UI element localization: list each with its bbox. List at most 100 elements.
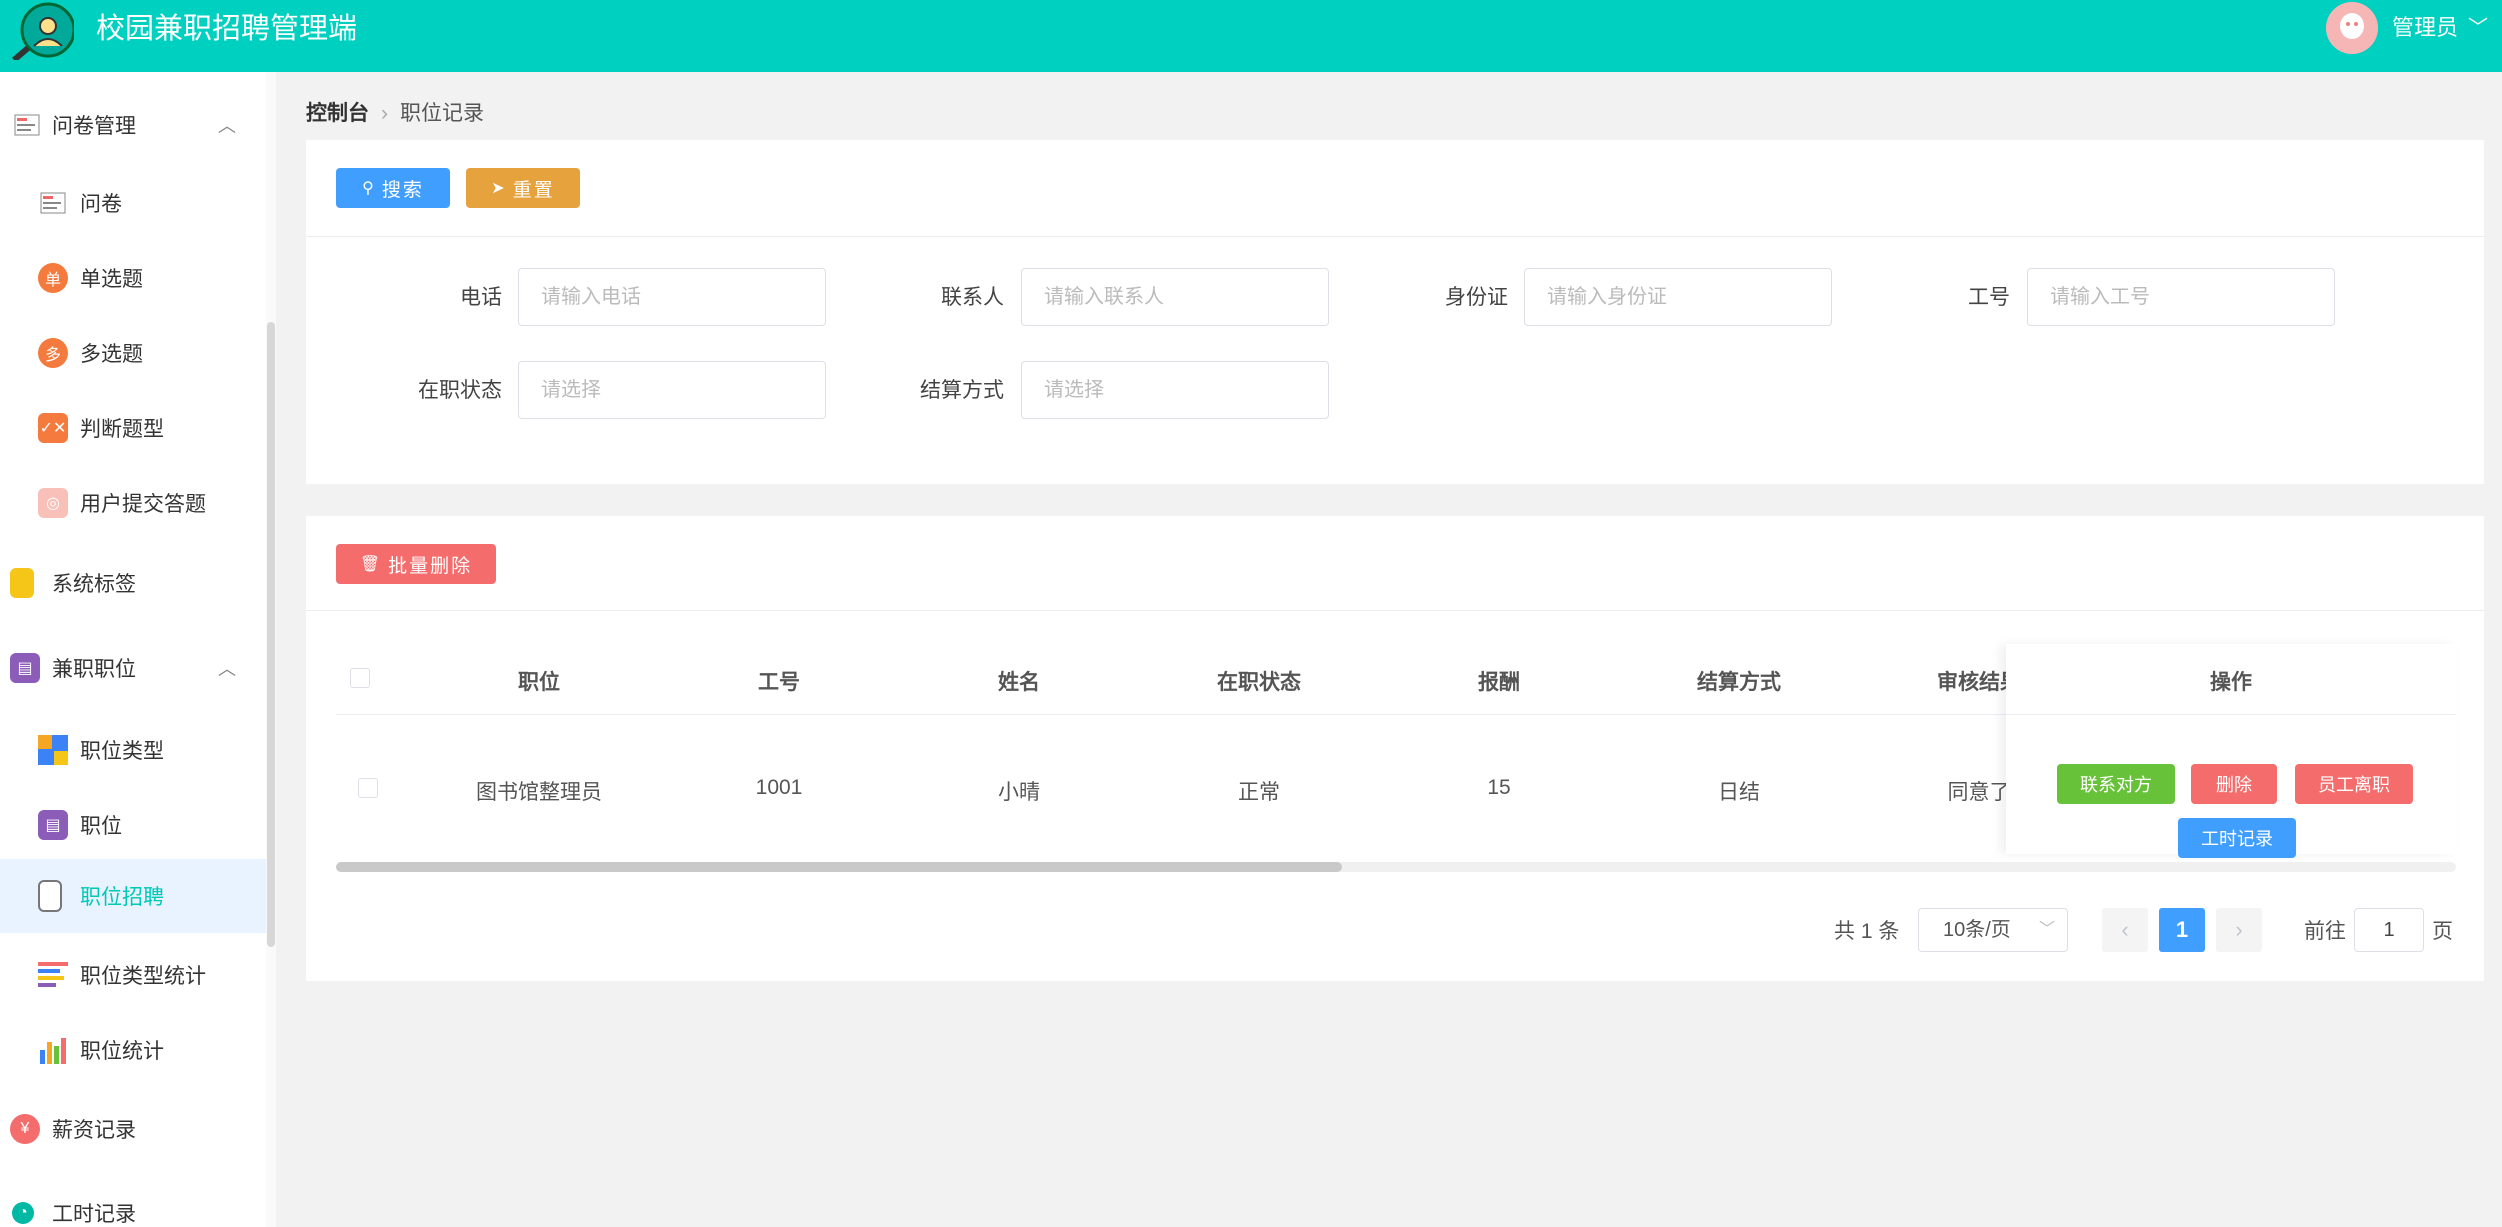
- settlement-select[interactable]: [1021, 361, 1329, 419]
- job-type-icon: [38, 735, 68, 765]
- trash-icon: 🗑: [359, 556, 383, 573]
- sidebar-item-job[interactable]: ▤ 职位: [0, 788, 266, 862]
- sidebar-item-label: 薪资记录: [52, 1119, 136, 1142]
- tag-icon: [10, 568, 34, 598]
- sidebar-item-user-answers[interactable]: ◎ 用户提交答题: [0, 466, 266, 540]
- row-checkbox[interactable]: [358, 778, 378, 798]
- emp-no-input[interactable]: [2027, 268, 2335, 326]
- sidebar-item-survey-management[interactable]: 问卷管理 ︿: [0, 88, 266, 162]
- sidebar-item-job-type-stats[interactable]: 职位类型统计: [0, 938, 266, 1012]
- survey-icon: [12, 110, 42, 140]
- id-card-input[interactable]: [1524, 268, 1832, 326]
- sidebar-scrollbar-thumb[interactable]: [267, 322, 275, 947]
- divider: [306, 236, 2484, 237]
- table-horizontal-scrollbar[interactable]: [336, 862, 2456, 872]
- chevron-up-icon: ︿: [218, 659, 236, 679]
- goto-label: 前往: [2304, 920, 2346, 943]
- sidebar-item-multi-choice[interactable]: 多 多选题: [0, 316, 266, 390]
- user-answer-icon: ◎: [38, 488, 68, 518]
- sidebar-item-hour-records[interactable]: ◔ 工时记录: [0, 1176, 266, 1227]
- sidebar-item-part-time-jobs[interactable]: ▤ 兼职职位 ︿: [0, 631, 266, 705]
- clock-icon: ◔: [12, 1202, 34, 1224]
- sidebar-item-label: 职位: [80, 815, 122, 838]
- id-card-label: 身份证: [1445, 286, 1508, 309]
- sidebar-item-salary-records[interactable]: ¥ 薪资记录: [0, 1092, 266, 1166]
- page-suffix-label: 页: [2432, 920, 2453, 943]
- sidebar-item-true-false[interactable]: ✓✕ 判断题型: [0, 391, 266, 465]
- column-header-settlement: 结算方式: [1697, 671, 1781, 694]
- contact-button[interactable]: 联系对方: [2057, 764, 2175, 804]
- chevron-down-icon[interactable]: ﹀: [2468, 14, 2488, 42]
- chevron-up-icon: ︿: [218, 116, 236, 136]
- pagination-total: 共 1 条: [1834, 920, 1900, 943]
- resign-button[interactable]: 员工离职: [2295, 764, 2413, 804]
- app-title: 校园兼职招聘管理端: [96, 13, 358, 45]
- cell-status: 正常: [1238, 781, 1280, 804]
- page-number-button[interactable]: 1: [2159, 908, 2205, 952]
- search-button-label: 搜索: [381, 179, 424, 201]
- sidebar-item-job-stats[interactable]: 职位统计: [0, 1013, 266, 1087]
- page-size-select[interactable]: 10条/页 ﹀: [1918, 908, 2068, 952]
- contact-label: 联系人: [941, 286, 1004, 309]
- search-button[interactable]: ⚲ 搜索: [336, 168, 450, 208]
- survey-doc-icon: [38, 188, 68, 218]
- avatar[interactable]: [2326, 2, 2378, 54]
- select-all-checkbox[interactable]: [350, 668, 370, 688]
- employment-status-label: 在职状态: [418, 379, 502, 402]
- phone-input[interactable]: [518, 268, 826, 326]
- breadcrumb-current: 职位记录: [400, 102, 484, 125]
- table-scrollbar-thumb[interactable]: [336, 862, 1342, 872]
- avatar-face-icon: [2326, 2, 2378, 54]
- cell-emp-no: 1001: [755, 776, 803, 799]
- delete-button[interactable]: 删除: [2191, 764, 2277, 804]
- sidebar-item-system-tags[interactable]: 系统标签: [0, 546, 266, 620]
- next-page-button[interactable]: ›: [2216, 908, 2262, 952]
- sidebar-item-single-choice[interactable]: 单 单选题: [0, 241, 266, 315]
- app-logo-icon: [12, 2, 74, 60]
- chevron-right-icon: ›: [2235, 917, 2243, 942]
- sidebar-item-label: 问卷管理: [52, 115, 136, 138]
- batch-delete-button[interactable]: 🗑 批量删除: [336, 544, 496, 584]
- job-stats-icon: [38, 1035, 68, 1065]
- sidebar-item-job-recruit[interactable]: 职位招聘: [0, 859, 266, 933]
- column-header-name: 姓名: [998, 671, 1040, 694]
- single-choice-icon: 单: [38, 263, 68, 293]
- job-icon: ▤: [38, 810, 68, 840]
- cell-position: 图书馆整理员: [476, 781, 602, 804]
- sidebar-item-survey[interactable]: 问卷: [0, 166, 266, 240]
- send-icon: ➤: [491, 180, 507, 197]
- header-divider: [2006, 714, 2456, 715]
- emp-no-label: 工号: [1968, 286, 2010, 309]
- chevron-down-icon: ﹀: [2038, 921, 2055, 938]
- sidebar-item-label: 系统标签: [52, 573, 136, 596]
- hour-records-button[interactable]: 工时记录: [2178, 818, 2296, 858]
- sidebar-item-label: 用户提交答题: [80, 493, 206, 516]
- employment-status-select[interactable]: [518, 361, 826, 419]
- column-header-position: 职位: [518, 671, 560, 694]
- type-stats-icon: [38, 960, 68, 990]
- column-header-status: 在职状态: [1217, 671, 1301, 694]
- sidebar-item-job-type[interactable]: 职位类型: [0, 713, 266, 787]
- goto-page-input[interactable]: 1: [2354, 908, 2424, 952]
- search-panel: ⚲ 搜索 ➤ 重置 电话 联系人 身份证 工号 在职状态 结算方式: [306, 140, 2484, 484]
- sidebar-item-label: 兼职职位: [52, 658, 136, 681]
- cell-settlement: 日结: [1718, 781, 1760, 804]
- sidebar-item-label: 职位招聘: [80, 886, 164, 909]
- cell-pay: 15: [1487, 776, 1511, 799]
- breadcrumb-root[interactable]: 控制台: [306, 102, 369, 125]
- sidebar-scrollbar[interactable]: [266, 72, 276, 1227]
- sidebar-item-label: 职位统计: [80, 1040, 164, 1063]
- sidebar: 问卷管理 ︿ 问卷 单 单选题 多 多选题 ✓✕ 判断题型 ◎ 用户提交答题 系…: [0, 72, 266, 1227]
- operations-column: 操作 联系对方 删除 员工离职 工时记录: [2006, 644, 2456, 858]
- breadcrumb-separator-icon: ›: [381, 102, 388, 125]
- column-header-operations: 操作: [2210, 671, 2252, 694]
- salary-icon: ¥: [10, 1114, 40, 1144]
- user-menu-label[interactable]: 管理员: [2392, 14, 2458, 42]
- contact-input[interactable]: [1021, 268, 1329, 326]
- cell-name: 小晴: [998, 781, 1040, 804]
- prev-page-button[interactable]: ‹: [2102, 908, 2148, 952]
- top-bar: 校园兼职招聘管理端 管理员 ﹀: [0, 0, 2502, 72]
- phone-label: 电话: [460, 286, 502, 309]
- reset-button[interactable]: ➤ 重置: [466, 168, 580, 208]
- true-false-icon: ✓✕: [38, 413, 68, 443]
